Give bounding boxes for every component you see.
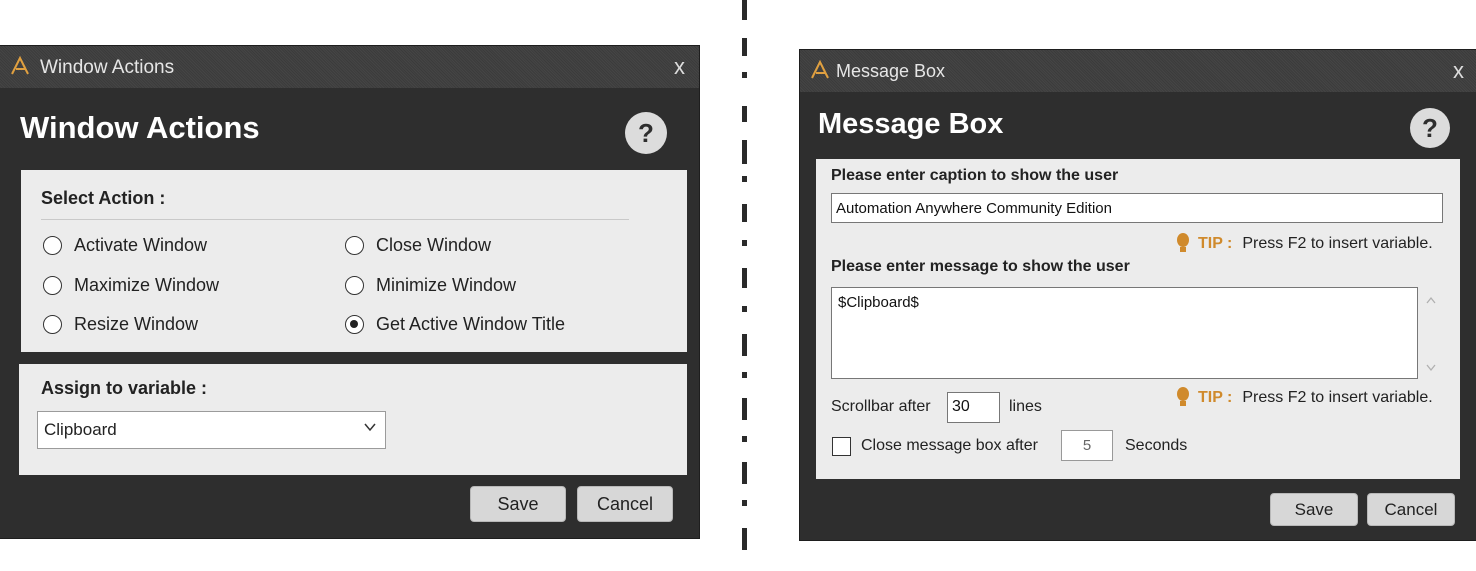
- caption-label: Please enter caption to show the user: [831, 167, 1119, 184]
- dashed-separator: [742, 0, 748, 560]
- divider: [41, 219, 629, 220]
- close-after-label: Close message box after: [861, 437, 1038, 454]
- radio-label: Close Window: [376, 235, 492, 255]
- radio-label: Minimize Window: [376, 275, 517, 295]
- help-icon[interactable]: ?: [625, 112, 667, 154]
- tip-message: TIP : Press F2 to insert variable.: [1176, 387, 1433, 409]
- message-textarea[interactable]: $Clipboard$: [831, 287, 1418, 379]
- radio-minimize-window[interactable]: Minimize Window: [345, 275, 516, 296]
- scroll-down-icon[interactable]: [1425, 361, 1437, 373]
- tip-text: Press F2 to insert variable.: [1242, 235, 1433, 252]
- scroll-up-icon[interactable]: [1425, 295, 1437, 307]
- tip-text: Press F2 to insert variable.: [1242, 389, 1433, 406]
- radio-activate-window[interactable]: Activate Window: [43, 235, 207, 256]
- cancel-button[interactable]: Cancel: [577, 486, 673, 522]
- select-action-panel: Select Action : Activate Window Close Wi…: [21, 170, 687, 352]
- radio-label: Get Active Window Title: [376, 314, 566, 334]
- tip-word: TIP :: [1198, 235, 1233, 252]
- variable-select-value: Clipboard: [44, 420, 117, 439]
- radio-button-icon[interactable]: [345, 236, 364, 255]
- help-icon[interactable]: ?: [1410, 108, 1450, 148]
- app-logo-icon: [11, 55, 29, 75]
- lightbulb-icon: [1177, 233, 1189, 252]
- radio-maximize-window[interactable]: Maximize Window: [43, 275, 219, 296]
- title-bar[interactable]: Window Actions x: [0, 46, 699, 88]
- radio-get-active-window-title[interactable]: Get Active Window Title: [345, 314, 565, 335]
- tip-caption: TIP : Press F2 to insert variable.: [1176, 233, 1433, 255]
- window-actions-dialog: Window Actions x Window Actions ? Select…: [0, 46, 699, 538]
- radio-button-icon[interactable]: [43, 276, 62, 295]
- scrollbar-after-label: Scrollbar after: [831, 398, 931, 415]
- radio-resize-window[interactable]: Resize Window: [43, 314, 198, 335]
- radio-label: Resize Window: [74, 314, 199, 334]
- chevron-down-icon: [364, 423, 376, 432]
- cancel-button[interactable]: Cancel: [1367, 493, 1455, 526]
- tip-word: TIP :: [1198, 389, 1233, 406]
- message-box-dialog: Message Box x Message Box ? Please enter…: [800, 50, 1476, 540]
- radio-button-icon[interactable]: [43, 236, 62, 255]
- close-after-checkbox[interactable]: [832, 437, 851, 456]
- scrollbar-lines-input[interactable]: 30: [947, 392, 1000, 423]
- caption-input[interactable]: Automation Anywhere Community Edition: [831, 193, 1443, 223]
- window-title: Message Box: [836, 61, 946, 81]
- select-action-label: Select Action :: [41, 188, 166, 208]
- page-title: Message Box: [818, 108, 1004, 140]
- radio-button-selected-icon[interactable]: [345, 315, 364, 334]
- variable-select[interactable]: Clipboard: [37, 411, 386, 449]
- radio-close-window[interactable]: Close Window: [345, 235, 491, 256]
- message-box-panel: Please enter caption to show the user Au…: [816, 159, 1460, 479]
- radio-button-icon[interactable]: [43, 315, 62, 334]
- radio-button-icon[interactable]: [345, 276, 364, 295]
- close-icon[interactable]: x: [674, 54, 685, 80]
- close-after-seconds-input[interactable]: 5: [1061, 430, 1113, 461]
- message-label: Please enter message to show the user: [831, 258, 1130, 275]
- seconds-label: Seconds: [1125, 437, 1188, 454]
- window-title: Window Actions: [40, 57, 175, 78]
- save-button[interactable]: Save: [1270, 493, 1358, 526]
- radio-label: Activate Window: [74, 235, 208, 255]
- assign-variable-label: Assign to variable :: [41, 378, 208, 398]
- assign-variable-panel: Assign to variable : Clipboard: [19, 364, 687, 475]
- page-title: Window Actions: [20, 110, 260, 145]
- radio-label: Maximize Window: [74, 275, 220, 295]
- lightbulb-icon: [1177, 387, 1189, 406]
- close-icon[interactable]: x: [1453, 58, 1464, 84]
- lines-label: lines: [1009, 398, 1042, 415]
- save-button[interactable]: Save: [470, 486, 566, 522]
- app-logo-icon: [811, 59, 829, 79]
- title-bar[interactable]: Message Box x: [800, 50, 1476, 92]
